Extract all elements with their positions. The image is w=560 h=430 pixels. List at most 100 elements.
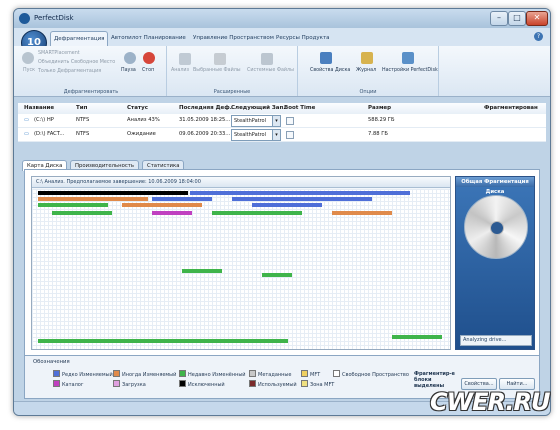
selected-files-button[interactable]: Выбранные Файлы bbox=[193, 68, 241, 73]
legend-item: Метаданные bbox=[249, 370, 291, 378]
title-bar: PerfectDisk – □ ✕ bbox=[14, 9, 550, 28]
legend-swatch bbox=[113, 370, 120, 377]
legend-item: Редко Изменяемый bbox=[53, 370, 113, 378]
drive-properties-button[interactable]: Свойства Диска bbox=[310, 68, 350, 73]
group-label-options: Опции bbox=[359, 89, 377, 95]
schedule-value: StealthPatrol bbox=[234, 118, 267, 124]
maximize-button[interactable]: □ bbox=[508, 11, 526, 26]
group-options: Свойства Диска Журнал Настройки PerfectD… bbox=[298, 46, 439, 96]
close-button[interactable]: ✕ bbox=[526, 11, 548, 26]
defrag-only-option[interactable]: Только Дефрагментация bbox=[38, 69, 101, 74]
tab-resources[interactable]: Ресурсы Продукта bbox=[273, 31, 333, 45]
tab-autopilot[interactable]: Автопилот Планирование bbox=[108, 31, 189, 45]
col-boot-time[interactable]: Boot Time bbox=[284, 105, 315, 111]
legend-label: Загрузка bbox=[122, 382, 146, 388]
block-recent bbox=[262, 273, 292, 277]
col-next-run[interactable]: Следующий Зап. bbox=[231, 105, 285, 111]
col-name[interactable]: Название bbox=[24, 105, 54, 111]
watermark-logo: CWER.RU bbox=[430, 388, 550, 416]
legend-item: Недавно Изменённый bbox=[179, 370, 246, 378]
disk-map-panel: C:\ Анализ. Предполагаемое завершение: 1… bbox=[24, 169, 540, 357]
col-status[interactable]: Статус bbox=[127, 105, 148, 111]
last-defrag: 09.06.2009 20:33... bbox=[179, 131, 231, 137]
map-status-text: C:\ Анализ. Предполагаемое завершение: 1… bbox=[32, 177, 450, 188]
help-icon[interactable]: ? bbox=[534, 32, 543, 41]
legend-item: Используемый bbox=[249, 380, 297, 388]
system-files-button[interactable]: Системные Файлы bbox=[247, 68, 294, 73]
legend-swatch bbox=[249, 370, 256, 377]
analyze-button[interactable]: Анализ bbox=[171, 68, 189, 73]
col-type[interactable]: Тип bbox=[76, 105, 87, 111]
col-fragmented[interactable]: Фрагментирован bbox=[484, 105, 538, 111]
drive-status: Анализ 43% bbox=[127, 117, 160, 123]
drive-size: 7.88 ГБ bbox=[368, 131, 388, 137]
consolidate-option[interactable]: Объединить Свободное Место bbox=[38, 60, 115, 65]
legend-swatch bbox=[333, 370, 340, 377]
drive-name: (C:\) HP bbox=[34, 117, 54, 123]
boot-time-checkbox[interactable] bbox=[286, 117, 294, 125]
legend-label: MFT bbox=[310, 372, 321, 378]
pause-button[interactable]: Пауза bbox=[121, 68, 136, 73]
drive-status: Ожидание bbox=[127, 131, 156, 137]
selected-files-icon bbox=[214, 53, 226, 65]
tab-space[interactable]: Управление Пространством bbox=[190, 31, 277, 45]
drive-name: (D:\) FACT... bbox=[34, 131, 65, 137]
legend-label: Редко Изменяемый bbox=[62, 372, 113, 378]
window-title: PerfectDisk bbox=[34, 14, 74, 22]
legend-title: Обозначения bbox=[33, 359, 70, 365]
disk-map[interactable]: C:\ Анализ. Предполагаемое завершение: 1… bbox=[31, 176, 451, 350]
group-advanced: Анализ Выбранные Файлы Системные Файлы Р… bbox=[167, 46, 298, 96]
log-button[interactable]: Журнал bbox=[356, 68, 376, 73]
settings-button[interactable]: Настройки PerfectDisk bbox=[382, 68, 438, 73]
col-last-defrag[interactable]: Последняя Деф. bbox=[179, 105, 232, 111]
smart-placement-option[interactable]: SMARTPlacement bbox=[38, 51, 80, 56]
col-size[interactable]: Размер bbox=[368, 105, 391, 111]
block-recent bbox=[212, 211, 302, 215]
app-window: PerfectDisk – □ ✕ 10 Дефрагментация Авто… bbox=[13, 8, 551, 416]
overall-fragmentation-panel: Общая Фрагментация Диска Analyzing drive… bbox=[455, 176, 535, 350]
table-row[interactable]: ▭ (D:\) FACT... NTFS Ожидание 09.06.2009… bbox=[18, 128, 546, 142]
chevron-down-icon: ▾ bbox=[272, 130, 280, 140]
drive-size: 588.29 ГБ bbox=[368, 117, 395, 123]
block-rare bbox=[232, 197, 372, 201]
group-label-defrag: Дефрагментировать bbox=[63, 89, 119, 95]
legend-label: Исключенный bbox=[188, 382, 225, 388]
start-button[interactable]: Пуск bbox=[23, 68, 35, 73]
settings-icon bbox=[402, 52, 414, 64]
drive-type: NTFS bbox=[76, 117, 90, 123]
legend-swatch bbox=[301, 380, 308, 387]
legend-item: Иногда Изменяемый bbox=[113, 370, 176, 378]
block-rare bbox=[252, 203, 322, 207]
block-recent bbox=[182, 269, 222, 273]
block-sometimes bbox=[122, 203, 202, 207]
group-label-advanced: Расширенные bbox=[213, 89, 251, 95]
ribbon: Пуск SMARTPlacement Объединить Свободное… bbox=[14, 46, 550, 97]
legend-label: Метаданные bbox=[258, 372, 292, 378]
schedule-select[interactable]: StealthPatrol ▾ bbox=[231, 129, 281, 141]
cluster-grid bbox=[32, 189, 450, 349]
last-defrag: 31.05.2009 18:25... bbox=[179, 117, 231, 123]
drive-type: NTFS bbox=[76, 131, 90, 137]
analyze-icon bbox=[179, 53, 191, 65]
block-catalog bbox=[152, 211, 192, 215]
legend-label: Свободное Пространство bbox=[342, 372, 409, 378]
system-files-icon bbox=[261, 53, 273, 65]
legend-item: MFT bbox=[301, 370, 320, 378]
block-recent bbox=[392, 335, 442, 339]
legend-swatch bbox=[301, 370, 308, 377]
block-sometimes bbox=[38, 197, 148, 201]
tab-defrag[interactable]: Дефрагментация bbox=[50, 31, 109, 46]
stop-icon bbox=[143, 52, 155, 64]
block-recent bbox=[52, 211, 112, 215]
block-rare bbox=[152, 197, 212, 201]
boot-time-checkbox[interactable] bbox=[286, 131, 294, 139]
schedule-select[interactable]: StealthPatrol ▾ bbox=[231, 115, 281, 127]
legend-label: Зона MFT bbox=[310, 382, 335, 388]
legend-item: Загрузка bbox=[113, 380, 146, 388]
stop-button[interactable]: Стоп bbox=[142, 68, 154, 73]
table-row[interactable]: ▭ (C:\) HP NTFS Анализ 43% 31.05.2009 18… bbox=[18, 114, 546, 128]
legend-swatch bbox=[179, 370, 186, 377]
block-sometimes bbox=[332, 211, 392, 215]
drive-icon: ▭ bbox=[24, 131, 29, 137]
minimize-button[interactable]: – bbox=[490, 11, 508, 26]
